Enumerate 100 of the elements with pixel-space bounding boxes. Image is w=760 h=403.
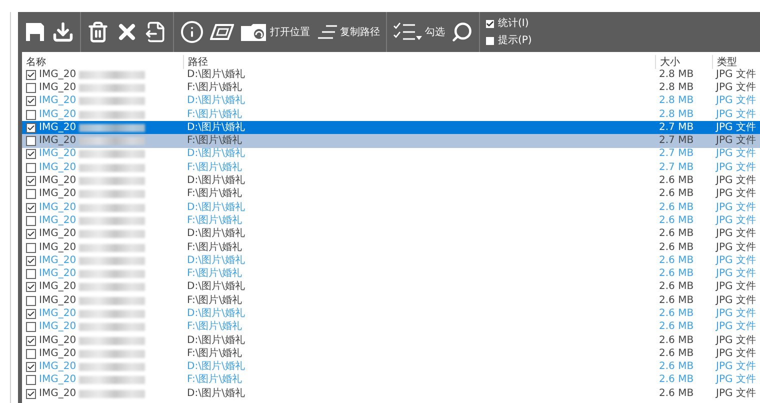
- trash-icon[interactable]: [87, 21, 109, 43]
- file-name: IMG_20: [39, 96, 76, 106]
- checkbox[interactable]: [26, 282, 36, 292]
- file-type: JPG 文件: [714, 216, 757, 226]
- file-size: 2.8 MB: [658, 96, 695, 106]
- file-type: JPG 文件: [714, 162, 757, 173]
- download-icon[interactable]: [52, 21, 74, 43]
- file-path: D:\图片\婚礼: [186, 202, 246, 213]
- file-path: D:\图片\婚礼: [186, 388, 246, 399]
- folder-icon[interactable]: [240, 22, 268, 42]
- blurred-block: [79, 97, 146, 106]
- search-icon[interactable]: [451, 21, 473, 43]
- file-name: IMG_20: [39, 149, 76, 160]
- file-row[interactable]: IMG_20 F:\图片\婚礼 2.8 MB JPG 文件: [22, 81, 760, 95]
- file-type: JPG 文件: [714, 282, 757, 292]
- checkbox[interactable]: [26, 110, 36, 120]
- checkbox[interactable]: [26, 256, 36, 266]
- blurred-block: [79, 270, 146, 278]
- file-row[interactable]: IMG_20 D:\图片\婚礼 2.6 MB JPG 文件: [22, 280, 760, 294]
- checkbox[interactable]: [26, 149, 36, 160]
- checkbox[interactable]: [26, 322, 36, 332]
- file-size: 2.6 MB: [658, 216, 695, 226]
- file-size: 2.6 MB: [658, 308, 695, 319]
- checkbox[interactable]: [486, 20, 494, 28]
- file-type: JPG 文件: [714, 202, 757, 213]
- file-row[interactable]: IMG_20 F:\图片\婚礼 2.7 MB JPG 文件: [22, 134, 760, 148]
- file-row[interactable]: IMG_20 D:\图片\婚礼 2.6 MB JPG 文件: [22, 228, 760, 241]
- file-name: IMG_20: [39, 269, 76, 280]
- file-path: D:\图片\婚礼: [186, 336, 246, 346]
- file-name: IMG_20: [39, 322, 76, 332]
- checkbox[interactable]: [26, 162, 36, 173]
- file-name: IMG_20: [39, 122, 76, 133]
- checkbox[interactable]: [486, 36, 494, 44]
- file-size: 2.6 MB: [658, 336, 695, 346]
- file-type: JPG 文件: [714, 348, 757, 359]
- checkbox[interactable]: [26, 388, 36, 399]
- column-header[interactable]: 名称: [22, 55, 183, 69]
- file-name: IMG_20: [39, 388, 76, 399]
- open-location-button[interactable]: 打开位置: [240, 22, 310, 42]
- checkbox[interactable]: [26, 242, 36, 252]
- checkbox[interactable]: [26, 136, 36, 146]
- blurred-block: [79, 137, 146, 146]
- checkbox[interactable]: [26, 202, 36, 213]
- copy-path-button[interactable]: 复制路径: [316, 23, 380, 41]
- checkbox[interactable]: [26, 362, 36, 372]
- column-header[interactable]: 类型: [712, 55, 760, 69]
- checkbox[interactable]: [26, 70, 36, 80]
- blurred-block: [79, 350, 146, 358]
- checkbox[interactable]: [26, 216, 36, 226]
- file-path: D:\图片\婚礼: [186, 282, 246, 292]
- file-type: JPG 文件: [714, 336, 757, 346]
- lines-icon[interactable]: [316, 23, 338, 41]
- blurred-block: [79, 216, 146, 225]
- file-name: IMG_20: [39, 336, 76, 346]
- checkbox[interactable]: [26, 336, 36, 346]
- file-row[interactable]: IMG_20 F:\图片\婚礼 2.6 MB JPG 文件: [22, 188, 760, 201]
- file-path: F:\图片\婚礼: [186, 348, 244, 359]
- blurred-block: [79, 376, 146, 384]
- file-size: 2.6 MB: [658, 375, 695, 386]
- window-icon[interactable]: [210, 23, 234, 41]
- checkbox[interactable]: [26, 269, 36, 280]
- info-icon[interactable]: [180, 20, 204, 44]
- checkbox[interactable]: [26, 189, 36, 200]
- checklist-icon[interactable]: [393, 22, 423, 42]
- file-row[interactable]: IMG_20 D:\图片\婚礼 2.7 MB JPG 文件: [22, 121, 760, 134]
- file-size: 2.6 MB: [658, 229, 695, 240]
- file-row[interactable]: IMG_20 D:\图片\婚礼 2.8 MB JPG 文件: [22, 68, 760, 82]
- file-type: JPG 文件: [714, 296, 757, 306]
- checkbox[interactable]: [26, 176, 36, 186]
- file-row[interactable]: IMG_20 F:\图片\婚礼 2.6 MB JPG 文件: [22, 240, 760, 254]
- checkbox[interactable]: [26, 348, 36, 359]
- checkbox[interactable]: [26, 296, 36, 306]
- checkbox[interactable]: [26, 122, 36, 133]
- blurred-block: [79, 310, 146, 318]
- file-name: IMG_20: [39, 362, 76, 372]
- file-type: JPG 文件: [714, 242, 757, 252]
- column-header[interactable]: 路径: [183, 55, 655, 69]
- file-type: JPG 文件: [714, 110, 757, 120]
- file-row[interactable]: IMG_20 D:\图片\婚礼 2.6 MB JPG 文件: [22, 334, 760, 348]
- column-header[interactable]: 大小: [655, 55, 712, 69]
- checkbox[interactable]: [26, 308, 36, 319]
- file-row[interactable]: IMG_20 D:\图片\婚礼 2.6 MB JPG 文件: [22, 174, 760, 188]
- file-size: 2.8 MB: [658, 70, 695, 80]
- file-row[interactable]: IMG_20 F:\图片\婚礼 2.6 MB JPG 文件: [22, 294, 760, 308]
- checkbox[interactable]: [26, 375, 36, 386]
- file-name: IMG_20: [39, 162, 76, 173]
- file-row[interactable]: IMG_20 D:\图片\婚礼 2.6 MB JPG 文件: [22, 387, 760, 400]
- checkbox[interactable]: [26, 229, 36, 240]
- file-name: IMG_20: [39, 296, 76, 306]
- check-button[interactable]: 勾选: [393, 22, 445, 42]
- file-row[interactable]: IMG_20 F:\图片\婚礼 2.6 MB JPG 文件: [22, 347, 760, 361]
- file-type: JPG 文件: [714, 176, 757, 186]
- file-size: 2.7 MB: [658, 162, 695, 173]
- file-export-icon[interactable]: [145, 21, 167, 43]
- file-path: F:\图片\婚礼: [186, 110, 244, 120]
- save-icon[interactable]: [24, 21, 46, 43]
- checkbox[interactable]: [26, 96, 36, 106]
- file-path: F:\图片\婚礼: [186, 162, 244, 173]
- file-name: IMG_20: [39, 348, 76, 359]
- checkbox[interactable]: [26, 82, 36, 93]
